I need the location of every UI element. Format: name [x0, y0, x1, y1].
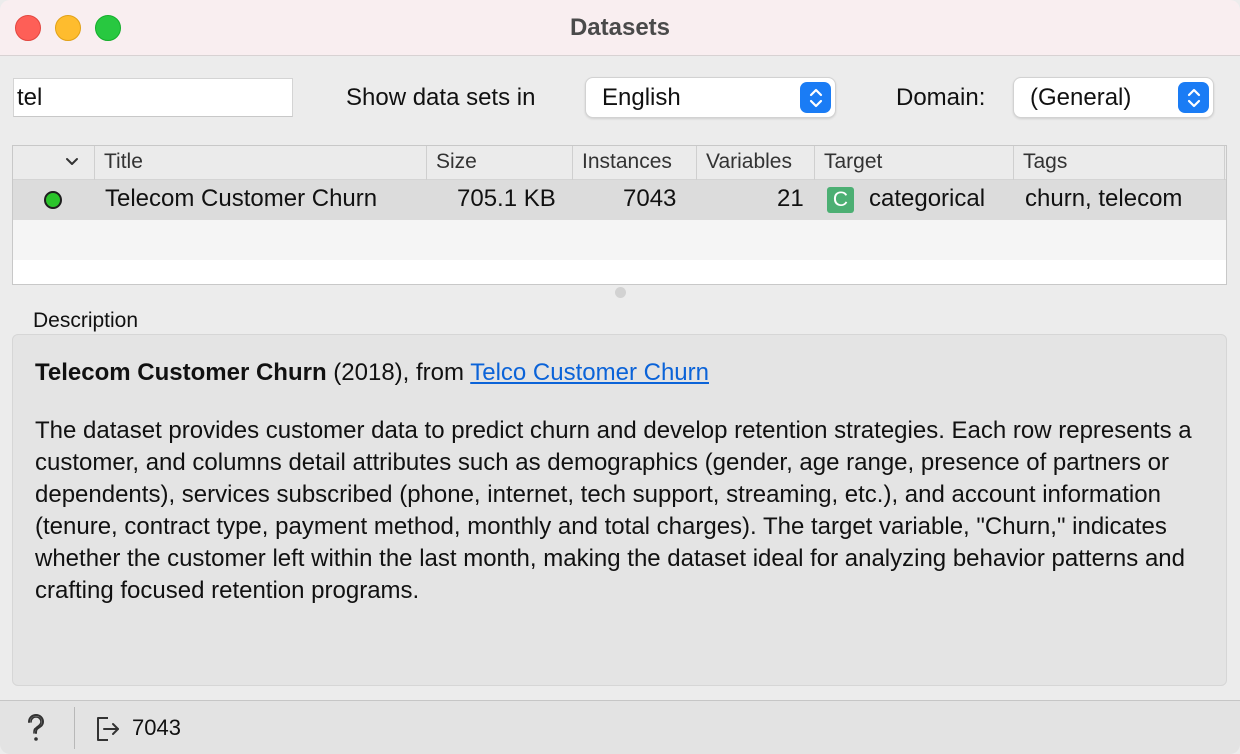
datasets-table: Title Size Instances Variables Target Ta…: [12, 145, 1227, 285]
row-variables: 21: [777, 185, 804, 212]
show-datasets-label: Show data sets in: [346, 84, 536, 111]
column-header-instances[interactable]: Instances: [572, 146, 696, 180]
title-bar: Datasets: [0, 0, 1240, 56]
language-select-value: English: [602, 84, 681, 111]
status-bar: 7043: [0, 700, 1240, 754]
row-target: categorical: [869, 185, 986, 212]
column-header-title[interactable]: Title: [94, 146, 426, 180]
row-instances: 7043: [623, 185, 677, 212]
column-header-size[interactable]: Size: [426, 146, 572, 180]
output-count: 7043: [132, 715, 181, 740]
updown-chevron-icon: [800, 82, 831, 113]
table-row[interactable]: Telecom Customer Churn 705.1 KB 7043 21 …: [13, 180, 1226, 220]
domain-select-value: (General): [1030, 84, 1132, 111]
description-year-source: (2018), from: [326, 359, 471, 386]
row-size: 705.1 KB: [457, 185, 556, 212]
downloaded-status-icon: [44, 191, 62, 209]
column-header-variables[interactable]: Variables: [696, 146, 814, 180]
domain-label: Domain:: [896, 84, 986, 111]
language-select[interactable]: English: [585, 77, 836, 118]
search-input[interactable]: [13, 78, 293, 117]
description-heading: Telecom Customer Churn (2018), from Telc…: [35, 359, 709, 387]
description-label: Description: [33, 309, 139, 332]
row-title: Telecom Customer Churn: [105, 185, 378, 212]
output-icon: [94, 714, 122, 742]
source-link[interactable]: Telco Customer Churn: [470, 359, 709, 386]
domain-select[interactable]: (General): [1013, 77, 1214, 118]
description-title: Telecom Customer Churn: [35, 359, 327, 386]
status-column-header[interactable]: [13, 146, 94, 180]
status-separator: [74, 707, 75, 749]
table-row-empty: [13, 220, 1226, 260]
help-icon[interactable]: [22, 713, 50, 743]
row-tags: churn, telecom: [1025, 185, 1183, 212]
updown-chevron-icon: [1178, 82, 1209, 113]
chevron-down-icon: [66, 158, 78, 165]
description-body: The dataset provides customer data to pr…: [35, 417, 1192, 604]
splitter-handle[interactable]: [615, 287, 626, 298]
categorical-target-icon: C: [827, 187, 854, 213]
window-title: Datasets: [569, 14, 671, 41]
column-header-tags[interactable]: Tags: [1013, 146, 1225, 180]
datasets-window: Datasets Show data sets in English Domai…: [0, 0, 1240, 754]
column-header-target[interactable]: Target: [814, 146, 1013, 180]
table-header: Title Size Instances Variables Target Ta…: [13, 146, 1226, 180]
description-panel: Telecom Customer Churn (2018), from Telc…: [12, 334, 1227, 686]
